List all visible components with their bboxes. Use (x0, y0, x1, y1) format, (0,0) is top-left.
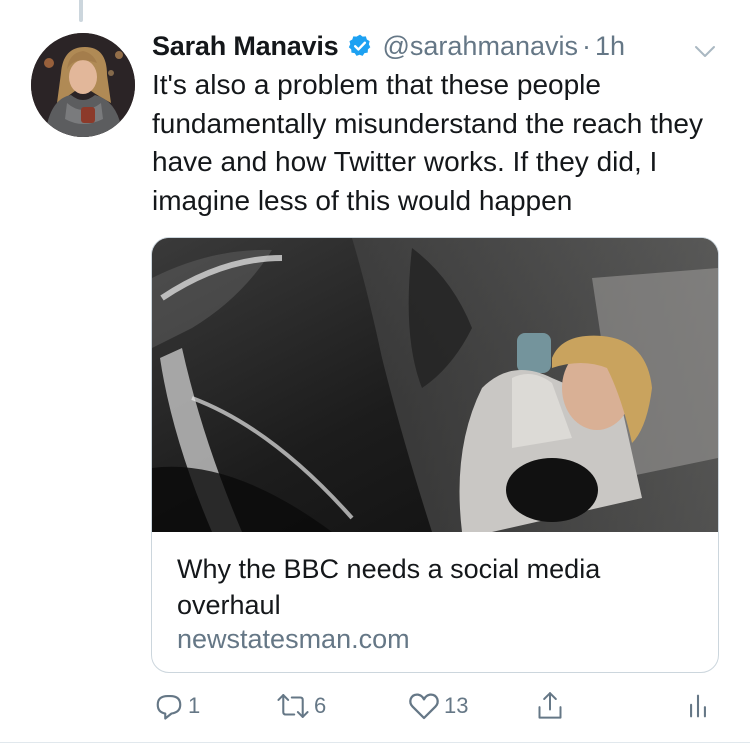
retweet-icon (276, 691, 310, 721)
like-button[interactable]: 13 (408, 686, 468, 726)
analytics-icon (686, 691, 710, 721)
card-image (152, 238, 718, 532)
reply-count: 1 (188, 693, 201, 718)
thread-connector-line (79, 0, 83, 22)
author-name[interactable]: Sarah Manavis (152, 31, 339, 62)
chevron-down-icon[interactable] (694, 36, 716, 57)
heart-icon (408, 691, 440, 721)
tweet-actions: 1 6 13 (150, 686, 720, 726)
timestamp[interactable]: 1h (595, 31, 625, 62)
reply-icon (154, 691, 184, 721)
avatar-photo (31, 33, 135, 137)
share-button[interactable] (536, 686, 564, 726)
separator-dot: · (582, 30, 591, 61)
avatar[interactable] (31, 33, 135, 137)
card-title: Why the BBC needs a social media overhau… (177, 554, 601, 620)
reply-button[interactable]: 1 (154, 686, 200, 726)
divider (0, 742, 750, 743)
retweet-button[interactable]: 6 (276, 686, 326, 726)
link-card[interactable]: Why the BBC needs a social media overhau… (151, 237, 719, 673)
retweet-count: 6 (314, 693, 327, 718)
analytics-button[interactable] (686, 686, 710, 726)
tweet-header: Sarah Manavis @sarahmanavis · 1h (152, 26, 722, 66)
author-handle[interactable]: @sarahmanavis (383, 31, 579, 62)
share-icon (536, 690, 564, 722)
card-domain: newstatesman.com (177, 624, 410, 654)
tweet-text: It's also a problem that these people fu… (152, 69, 711, 216)
verified-badge-icon (347, 33, 373, 59)
like-count: 13 (444, 693, 469, 718)
